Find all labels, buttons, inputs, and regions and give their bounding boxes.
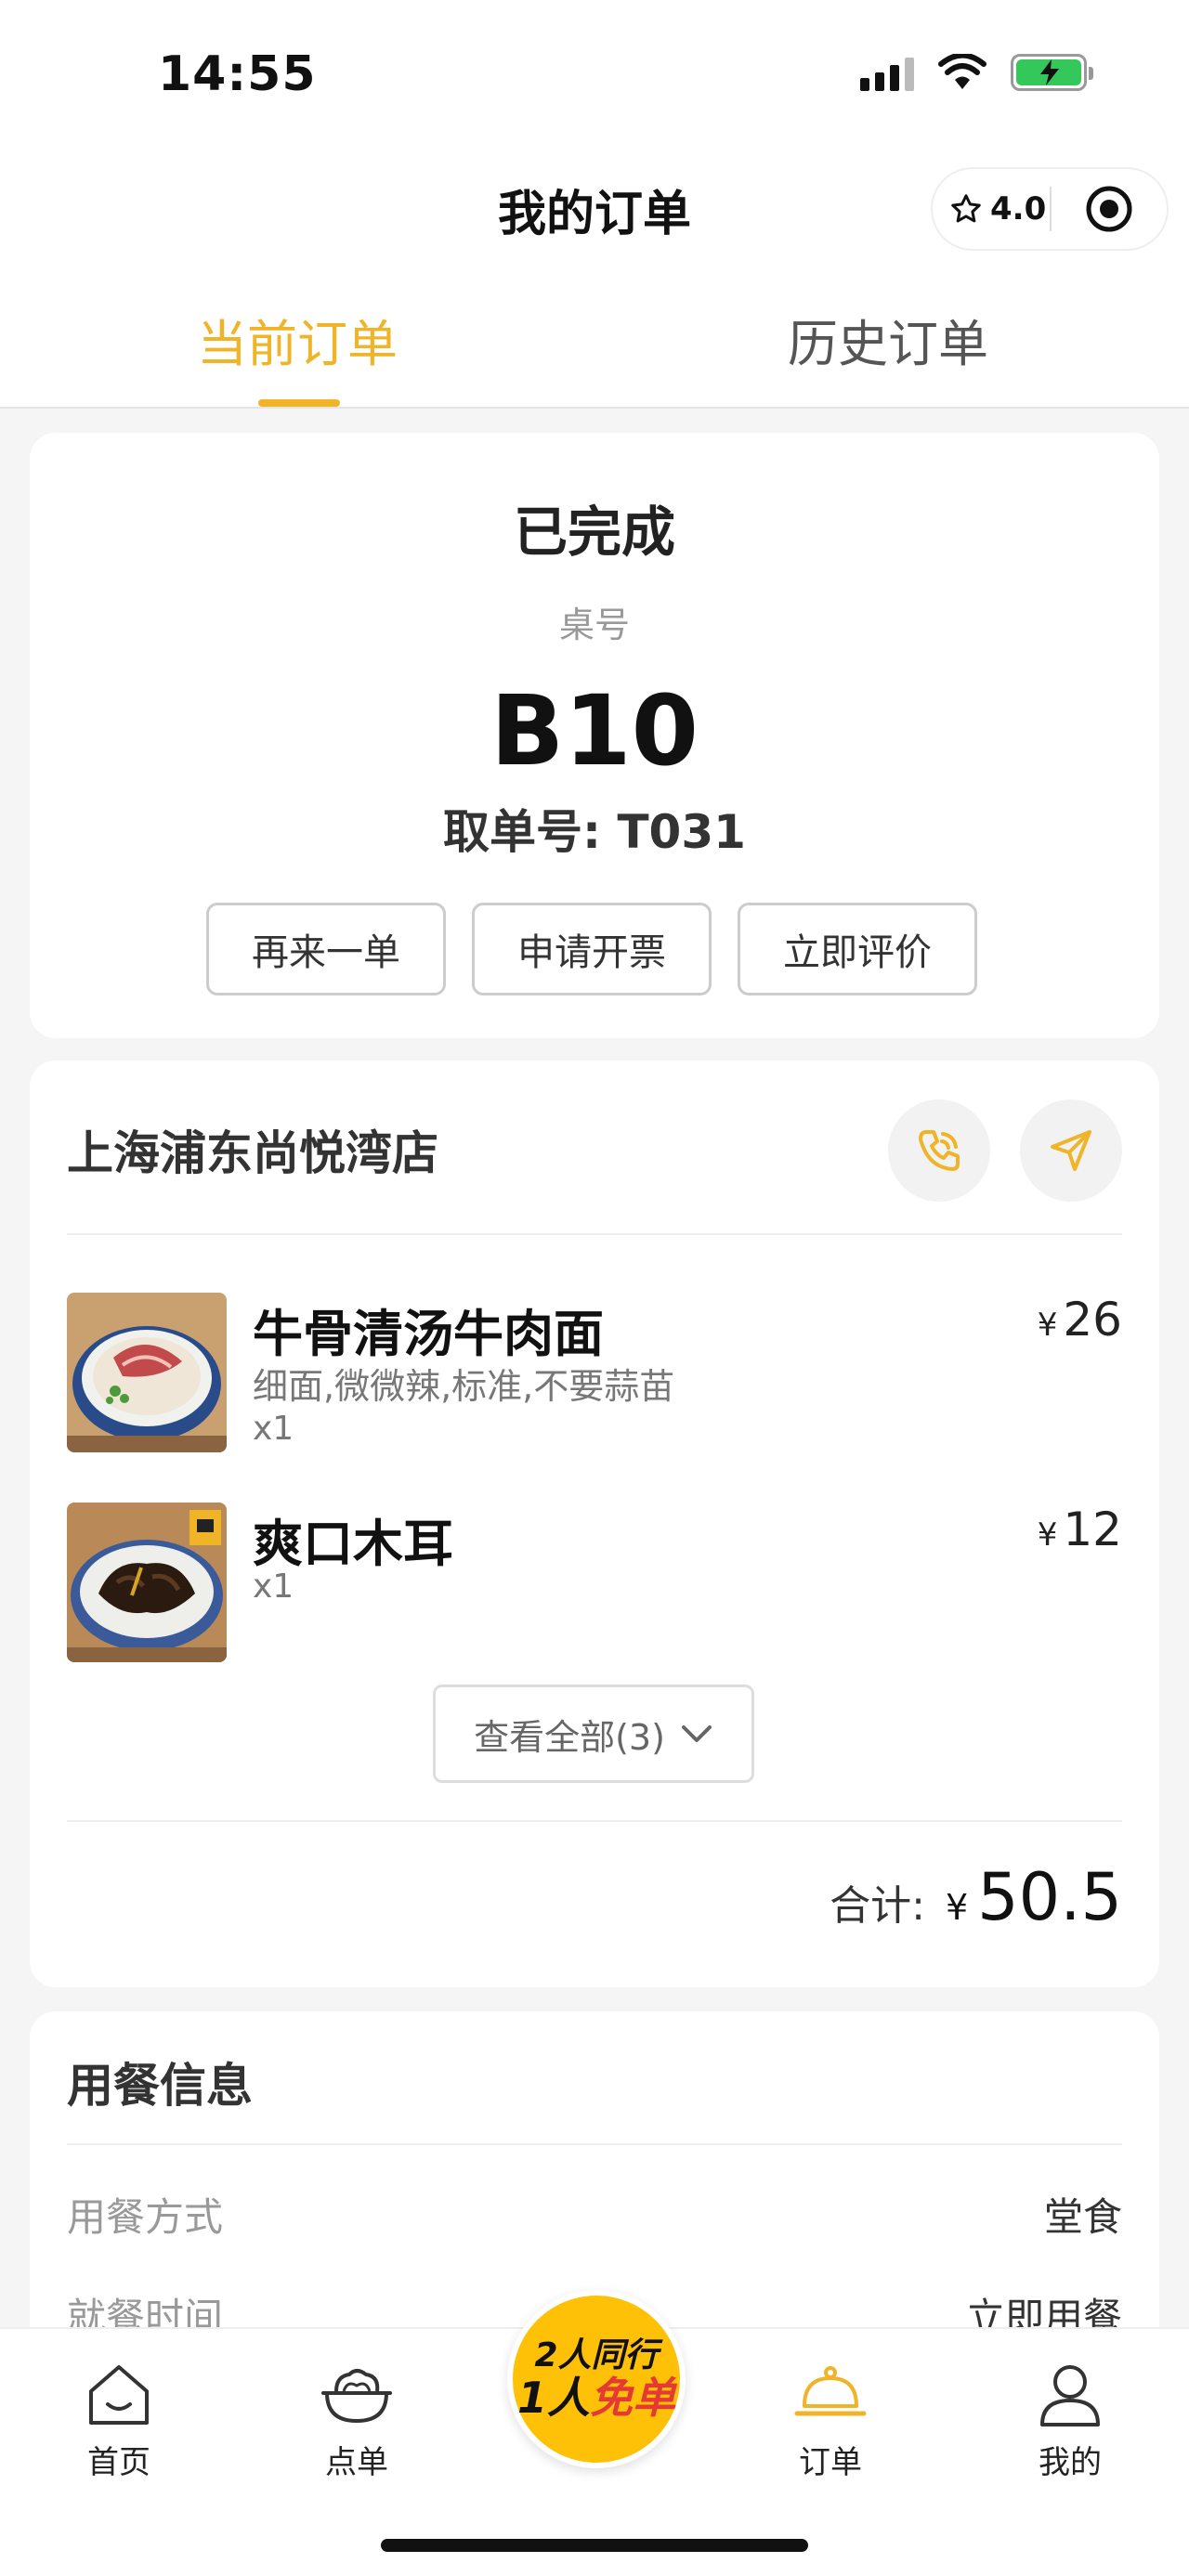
item-name: 爽口木耳: [253, 1515, 453, 1573]
order-tabs: 当前订单 历史订单: [0, 269, 1189, 409]
order-status: 已完成: [513, 501, 675, 564]
pickup-number: 取单号: T031: [443, 805, 746, 859]
close-target-button[interactable]: [1052, 183, 1167, 235]
call-store-button[interactable]: [888, 1099, 990, 1202]
order-item[interactable]: 爽口木耳 x1 ¥12: [67, 1503, 1122, 1662]
dining-mode-row: 用餐方式 堂食: [67, 2186, 1122, 2243]
promo-highlight: 免单: [590, 2373, 675, 2423]
divider: [67, 1820, 1122, 1822]
chevron-down-icon: [681, 1725, 712, 1742]
store-name[interactable]: 上海浦东尚悦湾店: [67, 1116, 438, 1183]
price-value: 12: [1063, 1503, 1122, 1556]
promo-text: 1人: [516, 2373, 590, 2423]
tabbar-label: 订单: [799, 2444, 862, 2481]
nav-bar: 我的订单 4.0: [0, 158, 1189, 269]
info-label: 用餐方式: [67, 2194, 224, 2240]
order-status-card: 已完成 桌号 B10 取单号: T031 再来一单 申请开票 立即评价: [30, 433, 1159, 1038]
tabbar-item-orders[interactable]: 订单: [756, 2353, 905, 2482]
bowl-icon: [321, 2369, 392, 2423]
navigate-button[interactable]: [1020, 1099, 1122, 1202]
status-icons: [860, 54, 1093, 91]
status-bar: 14:55: [0, 0, 1189, 158]
item-spec: 细面,微微辣,标准,不要蒜苗: [253, 1366, 675, 1407]
currency-symbol: ¥: [1037, 1516, 1058, 1554]
tabbar-item-menu[interactable]: 点单: [282, 2353, 431, 2482]
info-value: 堂食: [1043, 2194, 1122, 2240]
mini-program-capsule: 4.0: [931, 167, 1169, 251]
status-time: 14:55: [158, 46, 317, 102]
tab-history-orders[interactable]: 历史订单: [788, 303, 988, 376]
total-label: 合计:: [830, 1882, 925, 1930]
rating-button[interactable]: 4.0: [933, 190, 1050, 228]
person-icon: [1040, 2365, 1100, 2426]
tabbar-item-mine[interactable]: 我的: [996, 2353, 1144, 2482]
store-order-card: 上海浦东尚悦湾店 牛骨清汤牛肉面 细面,微微辣,标准,不要蒜苗 x1 ¥ 26 …: [30, 1060, 1159, 1987]
home-indicator: [381, 2539, 808, 2552]
currency-symbol: ¥: [1037, 1307, 1058, 1344]
review-button[interactable]: 立即评价: [738, 903, 977, 995]
order-item[interactable]: 牛骨清汤牛肉面 细面,微微辣,标准,不要蒜苗 x1 ¥26: [67, 1293, 1122, 1452]
total-value: 50.5: [977, 1859, 1122, 1935]
tabbar-label: 我的: [1039, 2444, 1102, 2481]
currency-symbol: ¥: [945, 1887, 969, 1928]
home-icon: [89, 2365, 149, 2425]
dining-info-title: 用餐信息: [67, 2059, 253, 2113]
view-all-label: 查看全部(3): [474, 1716, 665, 1758]
phone-icon: [919, 1130, 960, 1171]
cloche-icon: [794, 2366, 867, 2416]
item-quantity: x1: [253, 1410, 294, 1448]
tabbar-label: 首页: [87, 2444, 150, 2481]
promo-line-2: 1人免单: [517, 2374, 675, 2421]
tab-underline: [258, 399, 340, 407]
item-quantity: x1: [253, 1568, 294, 1606]
promo-line-1: 2人同行: [534, 2336, 659, 2374]
item-name: 牛骨清汤牛肉面: [253, 1305, 604, 1363]
price-value: 26: [1063, 1293, 1122, 1347]
tabbar-label: 点单: [325, 2444, 388, 2481]
divider: [67, 1233, 1122, 1235]
target-icon: [1086, 186, 1132, 232]
promo-free-order-button[interactable]: 2人同行 1人免单: [507, 2290, 686, 2468]
beef-noodle-image: [67, 1293, 227, 1452]
navigation-arrow-icon: [1051, 1130, 1091, 1171]
divider: [67, 2143, 1122, 2145]
wood-ear-salad-image: [67, 1503, 227, 1662]
signal-icon: [860, 54, 914, 91]
view-all-button[interactable]: 查看全部(3): [433, 1685, 754, 1783]
table-label: 桌号: [558, 605, 630, 645]
item-price: ¥26: [1038, 1293, 1122, 1347]
wifi-icon: [938, 54, 986, 89]
invoice-button[interactable]: 申请开票: [472, 903, 712, 995]
table-number: B10: [490, 674, 699, 787]
rating-value: 4.0: [990, 190, 1047, 228]
star-icon: [951, 194, 981, 223]
battery-icon: [1011, 54, 1093, 91]
item-price: ¥12: [1038, 1503, 1122, 1556]
order-total: 合计: ¥ 50.5: [830, 1859, 1122, 1935]
reorder-button[interactable]: 再来一单: [206, 903, 446, 995]
order-actions: 再来一单 申请开票 立即评价: [206, 903, 977, 995]
tab-current-orders[interactable]: 当前订单: [197, 303, 398, 376]
tabbar-item-home[interactable]: 首页: [45, 2353, 193, 2482]
